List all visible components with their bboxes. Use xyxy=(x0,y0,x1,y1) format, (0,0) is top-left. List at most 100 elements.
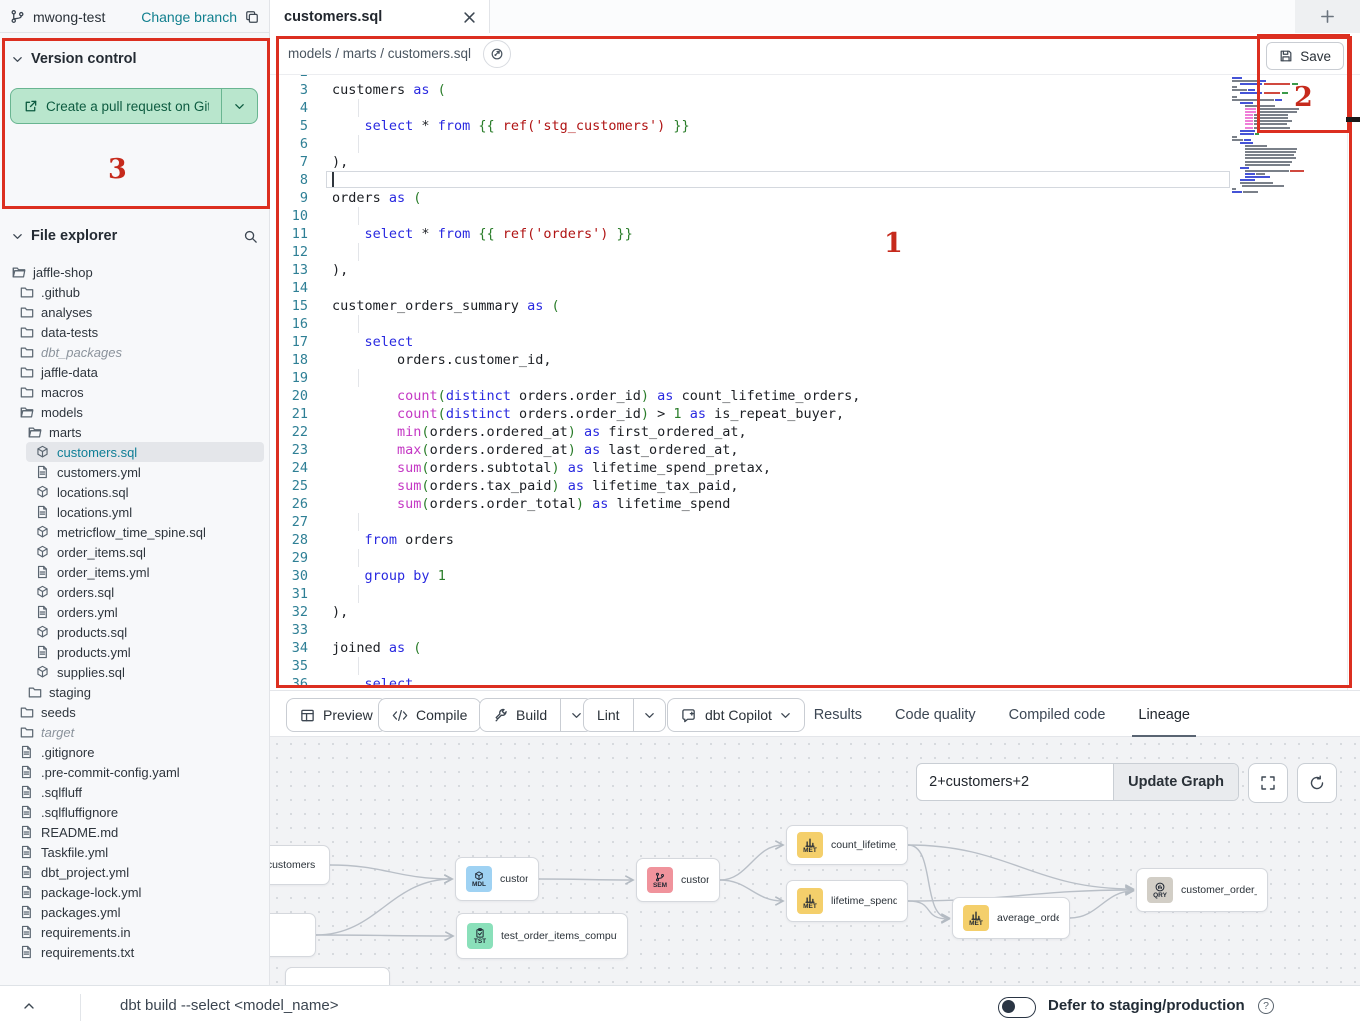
update-graph-button[interactable]: Update Graph xyxy=(1113,764,1238,800)
lineage-node-qry_customer_order_metrics[interactable]: QRYcustomer_order_metrics xyxy=(1136,868,1268,912)
file-tree-item-readme-md[interactable]: README.md xyxy=(0,822,270,842)
code-line-30[interactable]: 30 group by 1 xyxy=(270,567,1347,585)
refresh-button[interactable] xyxy=(1297,763,1337,803)
code-line-11[interactable]: 11 select * from {{ ref('orders') }} xyxy=(270,225,1347,243)
preview-button[interactable]: Preview xyxy=(286,698,387,732)
close-icon[interactable] xyxy=(464,12,475,23)
code-line-7[interactable]: 7), xyxy=(270,153,1347,171)
file-tree-item-orders-sql[interactable]: orders.sql xyxy=(0,582,270,602)
code-line-35[interactable]: 35 xyxy=(270,657,1347,675)
file-tree-item-orders-yml[interactable]: orders.yml xyxy=(0,602,270,622)
chevron-up-icon[interactable] xyxy=(22,999,36,1013)
code-line-3[interactable]: 3customers as ( xyxy=(270,81,1347,99)
tab-code-quality[interactable]: Code quality xyxy=(895,691,976,738)
code-line-33[interactable]: 33 xyxy=(270,621,1347,639)
file-tree-item-order-items-yml[interactable]: order_items.yml xyxy=(0,562,270,582)
code-line-17[interactable]: 17 select xyxy=(270,333,1347,351)
lineage-node-cut_bottom[interactable] xyxy=(285,967,390,985)
lineage-node-tst_order_items[interactable]: TSTtest_order_items_compute_to_bools... xyxy=(456,913,628,959)
code-line-26[interactable]: 26 sum(orders.order_total) as lifetime_s… xyxy=(270,495,1347,513)
code-line-19[interactable]: 19 xyxy=(270,369,1347,387)
code-line-25[interactable]: 25 sum(orders.tax_paid) as lifetime_tax_… xyxy=(270,477,1347,495)
file-tree-item--pre-commit-config-yaml[interactable]: .pre-commit-config.yaml xyxy=(0,762,270,782)
file-tree-item-requirements-in[interactable]: requirements.in xyxy=(0,922,270,942)
file-tree-item-staging[interactable]: staging xyxy=(0,682,270,702)
file-tree-item-jaffle-data[interactable]: jaffle-data xyxy=(0,362,270,382)
code-line-13[interactable]: 13), xyxy=(270,261,1347,279)
new-tab-button[interactable] xyxy=(1295,0,1360,33)
fullscreen-button[interactable] xyxy=(1248,763,1288,803)
file-tree-item--sqlfluffignore[interactable]: .sqlfluffignore xyxy=(0,802,270,822)
create-pull-request-button[interactable]: Create a pull request on Git... xyxy=(10,88,258,124)
file-tree-item-locations-yml[interactable]: locations.yml xyxy=(0,502,270,522)
build-button[interactable]: Build xyxy=(479,698,593,732)
file-tree-item-models[interactable]: models xyxy=(0,402,270,422)
code-line-4[interactable]: 4 xyxy=(270,99,1347,117)
search-icon[interactable] xyxy=(243,229,258,244)
code-line-32[interactable]: 32), xyxy=(270,603,1347,621)
file-tree-item-customers-sql[interactable]: customers.sql xyxy=(26,442,264,462)
dbt-copilot-button[interactable]: dbt Copilot xyxy=(667,698,805,732)
save-button[interactable]: Save xyxy=(1266,42,1344,70)
code-line-36[interactable]: 36 select xyxy=(270,675,1347,690)
lint-dropdown[interactable] xyxy=(633,699,665,731)
compile-button[interactable]: Compile xyxy=(378,698,481,732)
file-tree-item-packages-yml[interactable]: packages.yml xyxy=(0,902,270,922)
code-line-28[interactable]: 28 from orders xyxy=(270,531,1347,549)
lineage-node-met_lifetime_spend_pretax[interactable]: METlifetime_spend_pretax xyxy=(786,880,908,922)
file-tree-item--github[interactable]: .github xyxy=(0,282,270,302)
file-tree-item-seeds[interactable]: seeds xyxy=(0,702,270,722)
code-line-10[interactable]: 10 xyxy=(270,207,1347,225)
change-branch-link[interactable]: Change branch xyxy=(141,9,237,25)
lineage-selector-input[interactable]: 2+customers+2 xyxy=(917,764,1113,800)
file-tree-item-marts[interactable]: marts xyxy=(0,422,270,442)
tab-customers-sql[interactable]: customers.sql xyxy=(270,0,490,34)
file-tree-item-jaffle-shop[interactable]: jaffle-shop xyxy=(0,262,270,282)
code-line-34[interactable]: 34joined as ( xyxy=(270,639,1347,657)
code-line-29[interactable]: 29 xyxy=(270,549,1347,567)
file-tree-item-data-tests[interactable]: data-tests xyxy=(0,322,270,342)
code-line-8[interactable]: 8 xyxy=(270,171,1347,189)
lineage-node-sem_customers[interactable]: SEMcustomers xyxy=(636,858,720,902)
code-line-31[interactable]: 31 xyxy=(270,585,1347,603)
code-line-12[interactable]: 12 xyxy=(270,243,1347,261)
code-line-14[interactable]: 14 xyxy=(270,279,1347,297)
file-lineage-icon-button[interactable] xyxy=(483,40,511,68)
file-explorer-header[interactable]: File explorer xyxy=(0,224,270,248)
file-tree-item-customers-yml[interactable]: customers.yml xyxy=(0,462,270,482)
code-line-9[interactable]: 9orders as ( xyxy=(270,189,1347,207)
file-tree-item-dbt-project-yml[interactable]: dbt_project.yml xyxy=(0,862,270,882)
code-line-16[interactable]: 16 xyxy=(270,315,1347,333)
code-line-18[interactable]: 18 orders.customer_id, xyxy=(270,351,1347,369)
lineage-node-mdl_customers[interactable]: MDLcustomers xyxy=(455,857,539,901)
code-line-6[interactable]: 6 xyxy=(270,135,1347,153)
file-tree-item--sqlfluff[interactable]: .sqlfluff xyxy=(0,782,270,802)
code-line-23[interactable]: 23 max(orders.ordered_at) as last_ordere… xyxy=(270,441,1347,459)
lineage-panel[interactable]: stg_customersordersMDLcustomersTSTtest_o… xyxy=(270,737,1360,985)
lineage-node-orders[interactable]: orders xyxy=(270,913,316,957)
file-tree-item-order-items-sql[interactable]: order_items.sql xyxy=(0,542,270,562)
version-control-header[interactable]: Version control xyxy=(0,47,269,71)
file-tree-item--gitignore[interactable]: .gitignore xyxy=(0,742,270,762)
code-line-22[interactable]: 22 min(orders.ordered_at) as first_order… xyxy=(270,423,1347,441)
file-tree-item-requirements-txt[interactable]: requirements.txt xyxy=(0,942,270,962)
code-line-27[interactable]: 27 xyxy=(270,513,1347,531)
file-tree-item-package-lock-yml[interactable]: package-lock.yml xyxy=(0,882,270,902)
help-icon[interactable]: ? xyxy=(1258,998,1274,1014)
file-tree-item-supplies-sql[interactable]: supplies.sql xyxy=(0,662,270,682)
lineage-node-met_average_order_value[interactable]: METaverage_order_value xyxy=(952,897,1070,939)
code-line-5[interactable]: 5 select * from {{ ref('stg_customers') … xyxy=(270,117,1347,135)
create-pull-request-main[interactable]: Create a pull request on Git... xyxy=(11,99,221,114)
tab-compiled-code[interactable]: Compiled code xyxy=(1009,691,1106,738)
file-tree-item-products-sql[interactable]: products.sql xyxy=(0,622,270,642)
copy-icon[interactable] xyxy=(245,10,259,24)
tab-lineage[interactable]: Lineage xyxy=(1138,691,1190,738)
code-editor[interactable]: 23customers as (45 select * from {{ ref(… xyxy=(270,75,1347,690)
code-line-20[interactable]: 20 count(distinct orders.order_id) as co… xyxy=(270,387,1347,405)
tab-results[interactable]: Results xyxy=(814,691,862,738)
file-tree-item-taskfile-yml[interactable]: Taskfile.yml xyxy=(0,842,270,862)
lint-button[interactable]: Lint xyxy=(583,698,666,732)
file-tree-item-metricflow-time-spine-sql[interactable]: metricflow_time_spine.sql xyxy=(0,522,270,542)
code-line-15[interactable]: 15customer_orders_summary as ( xyxy=(270,297,1347,315)
file-tree-item-products-yml[interactable]: products.yml xyxy=(0,642,270,662)
